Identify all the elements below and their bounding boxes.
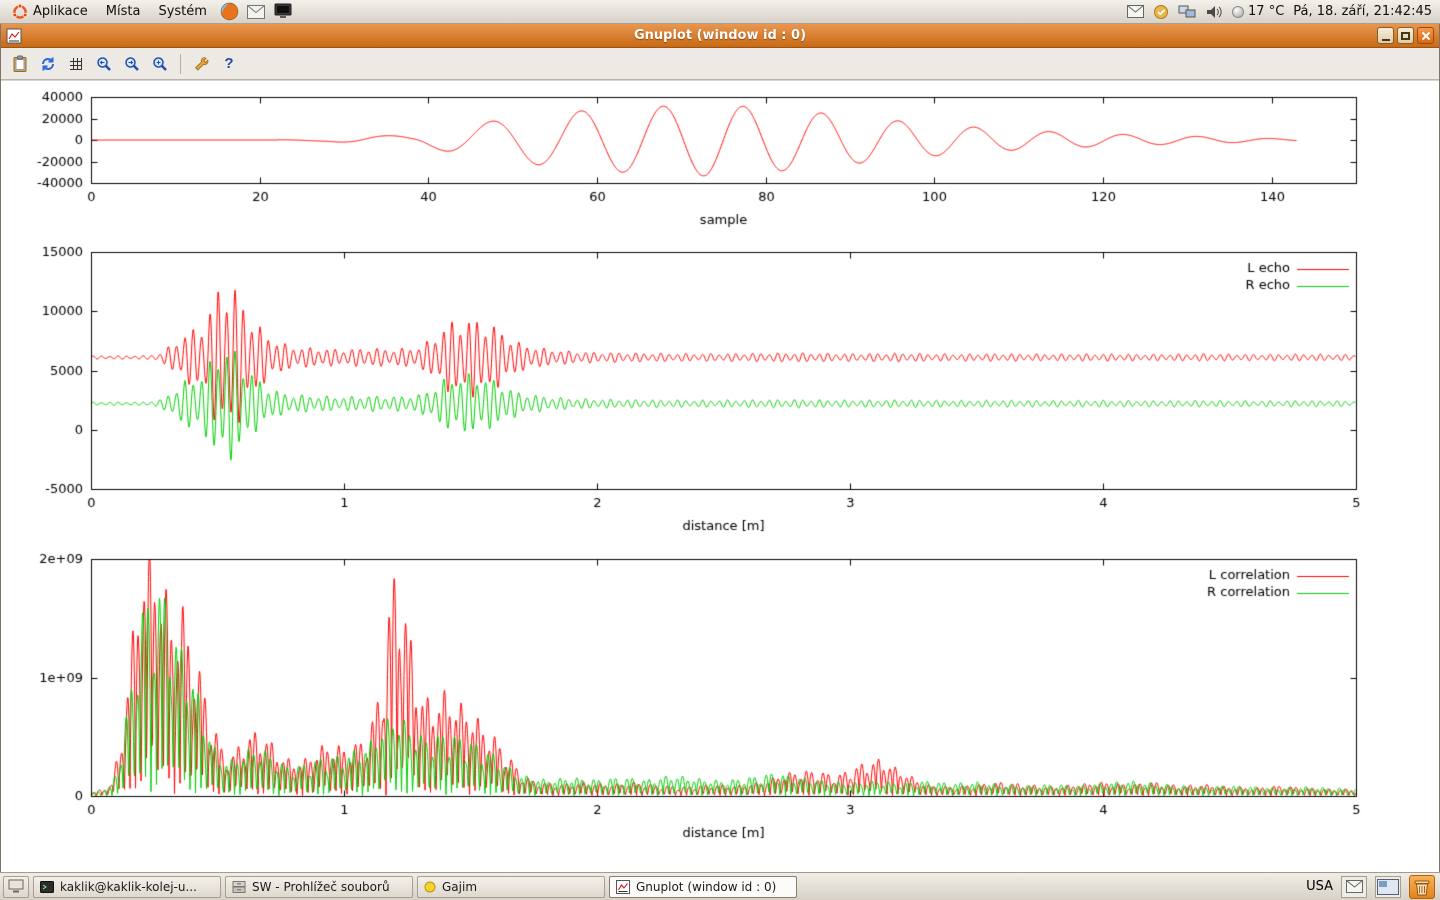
workspace-switcher[interactable]	[1375, 876, 1401, 898]
mail-notification-icon[interactable]	[1341, 876, 1367, 898]
gnuplot-window-icon	[6, 28, 22, 44]
window-title: Gnuplot (window id : 0)	[1, 28, 1439, 43]
weather-applet[interactable]: 17 °C	[1232, 4, 1284, 19]
titlebar[interactable]: Gnuplot (window id : 0)	[1, 24, 1439, 48]
task-gajim[interactable]: Gajim	[417, 876, 605, 898]
desktop: Aplikace Místa Systém	[0, 0, 1440, 900]
task-label: Gnuplot (window id : 0)	[636, 880, 776, 894]
tray-volume-icon[interactable]	[1205, 4, 1223, 20]
maximize-button[interactable]	[1397, 27, 1414, 44]
panel-tray: 17 °C Pá, 18. září, 21:42:45	[1127, 4, 1436, 20]
window-buttons	[1377, 27, 1434, 44]
clock[interactable]: Pá, 18. září, 21:42:45	[1293, 4, 1432, 19]
top-panel: Aplikace Místa Systém	[0, 0, 1440, 24]
panel-menus: Aplikace Místa Systém	[4, 1, 296, 23]
terminal-icon[interactable]	[271, 1, 296, 23]
minimize-icon	[1382, 39, 1390, 41]
help-button[interactable]: ?	[216, 51, 242, 77]
zoom-previous-button[interactable]	[91, 51, 117, 77]
copy-to-clipboard-button[interactable]	[7, 51, 33, 77]
replot-button[interactable]	[35, 51, 61, 77]
clipboard-icon	[11, 55, 29, 73]
keyboard-layout-indicator[interactable]: USA	[1306, 879, 1333, 894]
weather-temperature: 17 °C	[1248, 4, 1284, 19]
refresh-icon	[39, 55, 57, 73]
help-icon: ?	[224, 55, 233, 72]
toggle-grid-button[interactable]	[63, 51, 89, 77]
grid-icon	[67, 55, 85, 73]
zoom-autoscale-icon	[151, 55, 169, 73]
file-manager-icon	[232, 881, 246, 893]
settings-button[interactable]	[188, 51, 214, 77]
tray-mail-icon[interactable]	[1127, 5, 1144, 18]
menu-applications-label: Aplikace	[33, 4, 88, 19]
firefox-icon[interactable]	[217, 1, 242, 23]
gnuplot-window: Gnuplot (window id : 0)	[0, 24, 1440, 872]
minimize-button[interactable]	[1377, 27, 1394, 44]
menu-applications[interactable]: Aplikace	[4, 3, 96, 21]
toolbar-separator	[180, 54, 181, 74]
terminal-icon	[40, 881, 54, 893]
tray-updates-icon[interactable]	[1153, 4, 1169, 20]
autoscale-button[interactable]	[147, 51, 173, 77]
wrench-icon	[192, 55, 210, 73]
signal-plot-canvas[interactable]	[1, 86, 1439, 236]
trash-icon[interactable]	[1409, 875, 1435, 899]
tray-network-icon[interactable]	[1178, 5, 1196, 19]
task-terminal[interactable]: kaklik@kaklik-kolej-u...	[33, 876, 221, 898]
task-label: kaklik@kaklik-kolej-u...	[60, 880, 197, 894]
zoom-previous-icon	[95, 55, 113, 73]
plot-area	[1, 81, 1439, 872]
show-desktop-icon	[8, 879, 24, 894]
mail-icon[interactable]	[244, 1, 269, 23]
menu-system-label: Systém	[158, 4, 206, 19]
menu-places-label: Místa	[106, 4, 141, 19]
taskbar: kaklik@kaklik-kolej-u... SW - Prohlížeč …	[0, 872, 1440, 900]
show-desktop-button[interactable]	[3, 876, 29, 898]
task-gnuplot[interactable]: Gnuplot (window id : 0)	[609, 876, 797, 898]
zoom-next-icon	[123, 55, 141, 73]
close-icon	[1421, 31, 1431, 41]
task-label: SW - Prohlížeč souborů	[252, 880, 390, 894]
correlation-plot-canvas[interactable]	[1, 549, 1439, 849]
task-file-browser[interactable]: SW - Prohlížeč souborů	[225, 876, 413, 898]
taskbar-tray: USA	[1306, 875, 1437, 899]
zoom-next-button[interactable]	[119, 51, 145, 77]
maximize-icon	[1401, 32, 1410, 40]
gajim-icon	[424, 881, 436, 893]
echo-plot-canvas[interactable]	[1, 241, 1439, 541]
ubuntu-logo-icon	[12, 4, 28, 20]
weather-icon	[1232, 6, 1244, 18]
task-label: Gajim	[442, 880, 477, 894]
gnuplot-icon	[616, 880, 630, 894]
toolbar: ?	[1, 48, 1439, 80]
menu-system[interactable]: Systém	[150, 3, 214, 20]
menu-places[interactable]: Místa	[98, 3, 149, 20]
close-button[interactable]	[1417, 27, 1434, 44]
